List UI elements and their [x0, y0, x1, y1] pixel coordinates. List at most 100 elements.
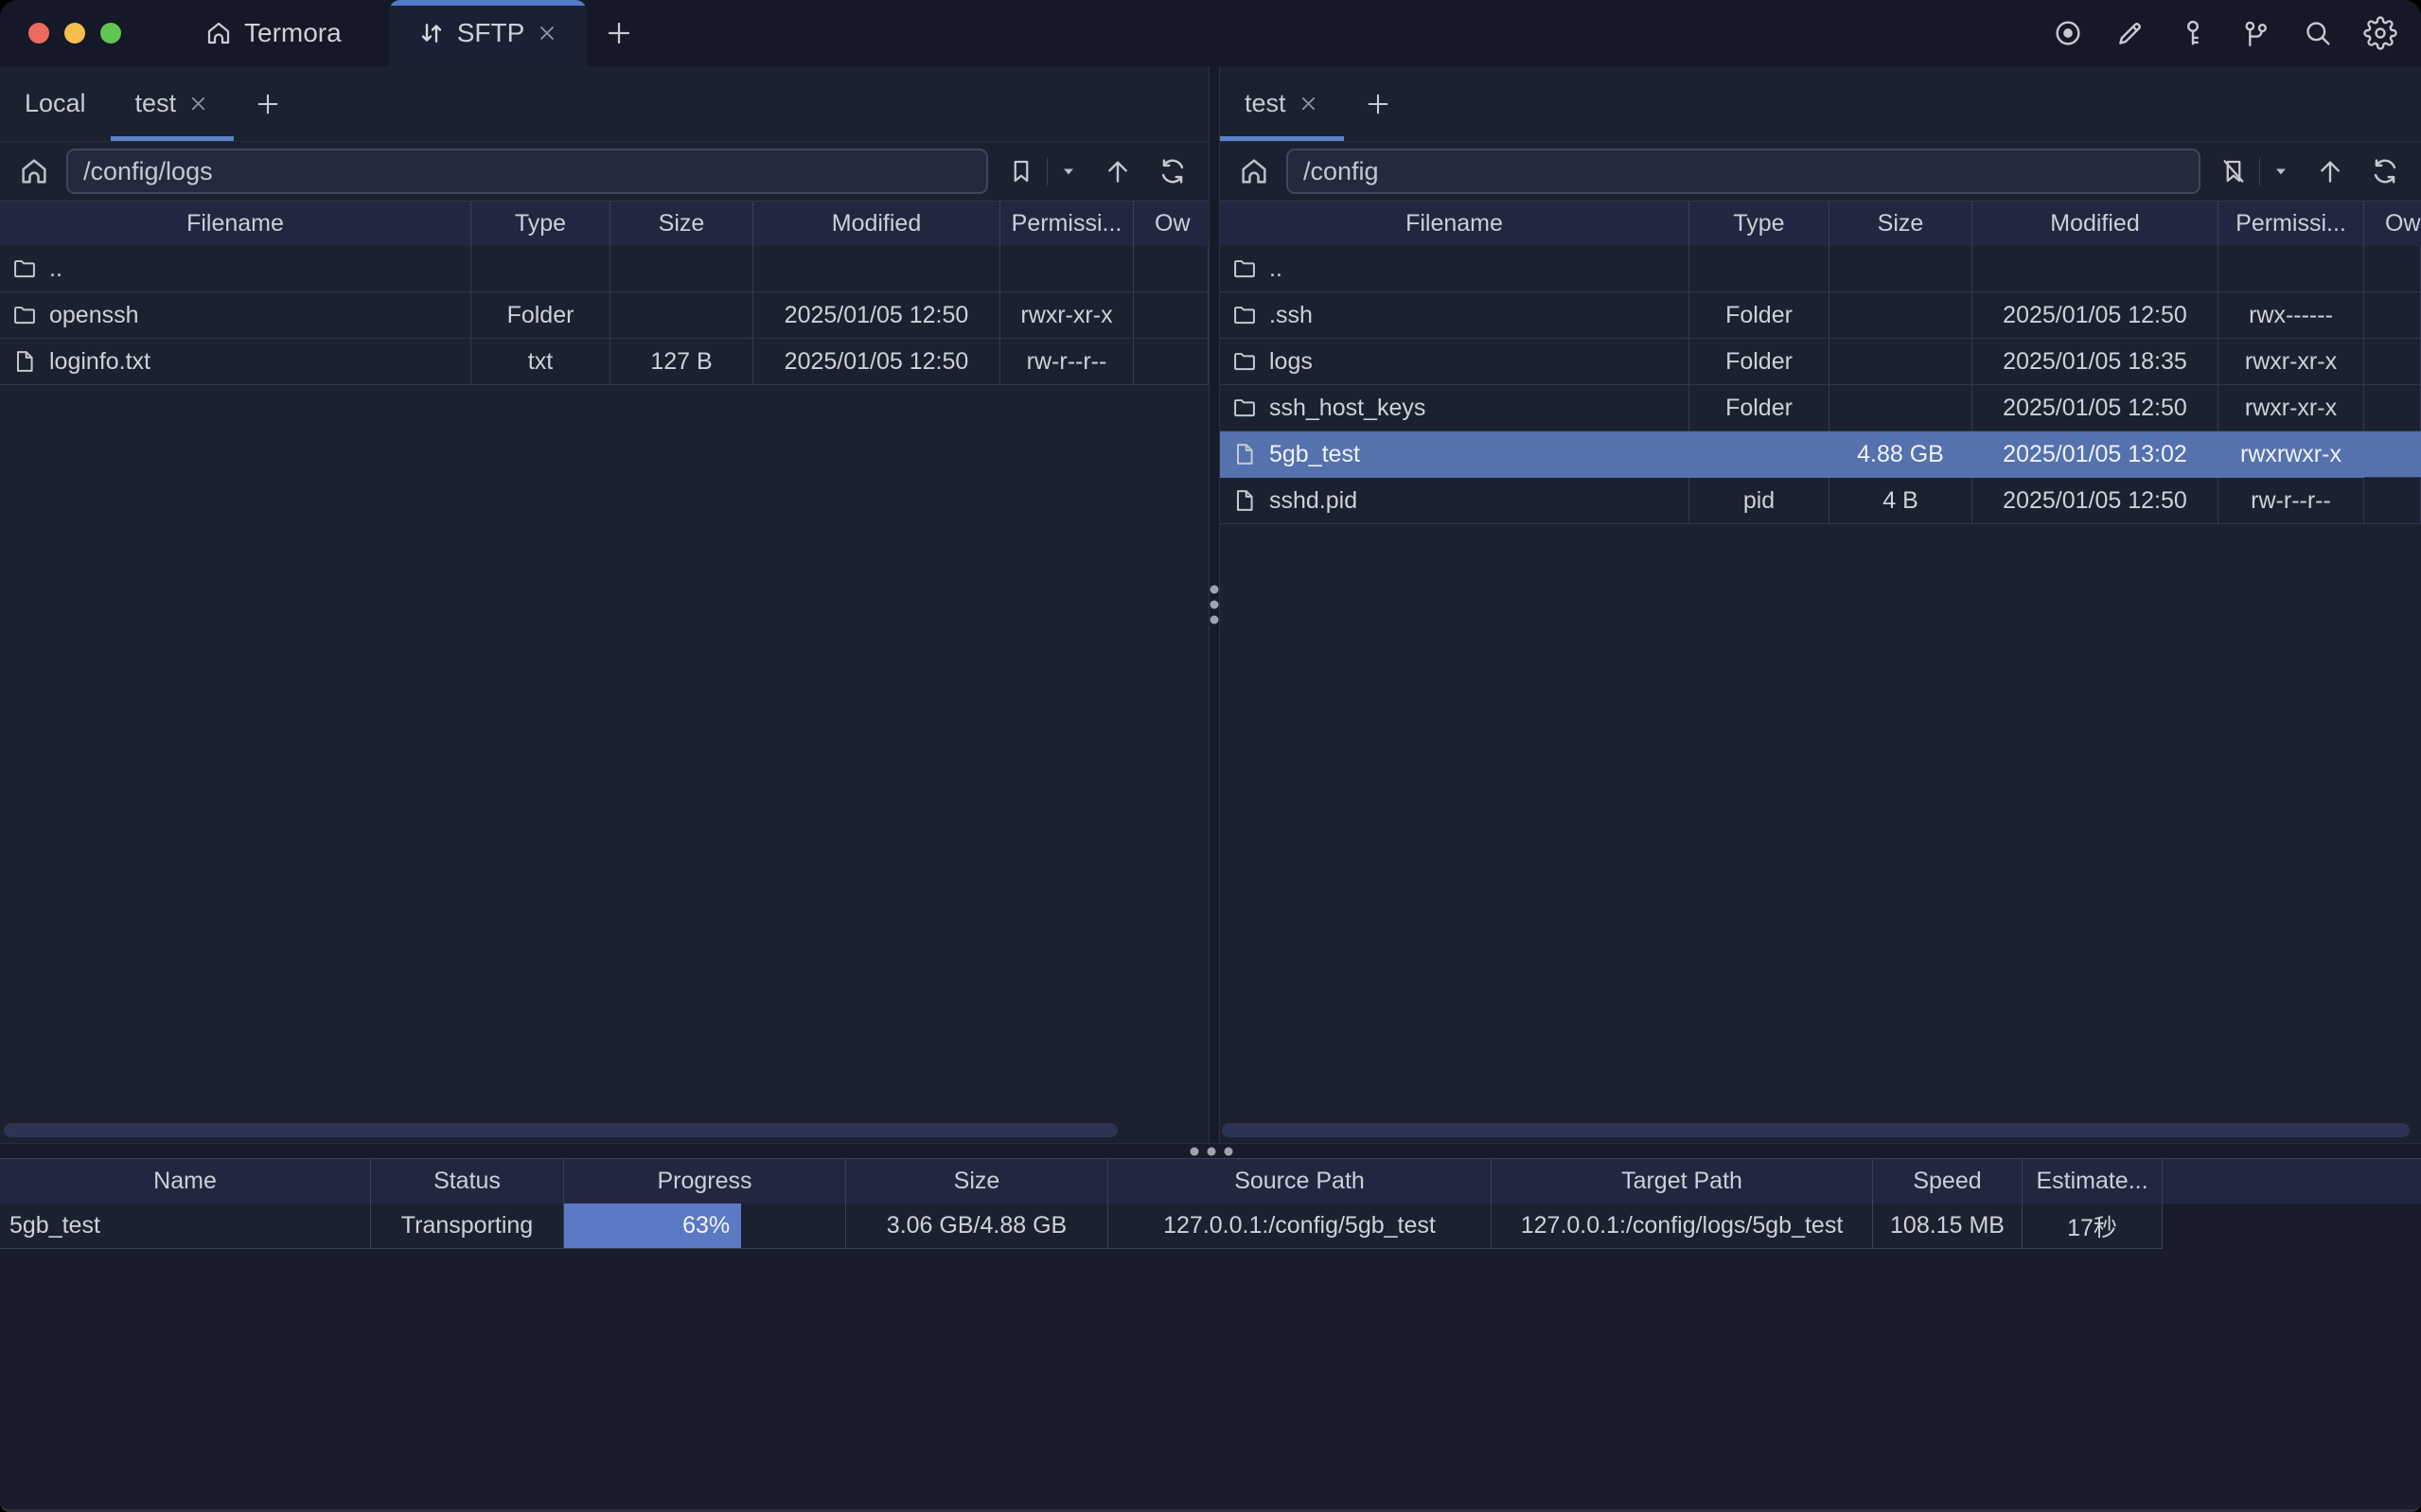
right-column-header[interactable]: Type [1689, 202, 1829, 246]
transfer-row[interactable]: 5gb_testTransporting63%3.06 GB/4.88 GB12… [0, 1204, 2421, 1249]
right-column-header[interactable]: Filename [1220, 202, 1689, 246]
bookmark-dropdown-icon[interactable] [2266, 162, 2296, 181]
close-tab-icon[interactable] [1298, 93, 1319, 114]
type-cell: Folder [1689, 385, 1829, 431]
modified-cell: 2025/01/05 18:35 [1972, 339, 2218, 385]
search-icon[interactable] [2296, 11, 2340, 55]
tab-sftp-label: SFTP [457, 18, 525, 48]
tab-sftp[interactable]: SFTP [389, 0, 588, 66]
transfer-column-header[interactable]: Source Path [1108, 1159, 1492, 1204]
titlebar: Termora SFTP [0, 0, 2421, 66]
right-new-tab-button[interactable] [1352, 66, 1405, 141]
settings-gear-icon[interactable] [2359, 11, 2402, 55]
refresh-icon[interactable] [2364, 156, 2406, 186]
left-column-header[interactable]: Ow [1134, 202, 1209, 246]
table-row[interactable]: .. [1220, 246, 2421, 292]
minimize-window-button[interactable] [64, 23, 85, 44]
type-cell: pid [1689, 478, 1829, 524]
modified-cell: 2025/01/05 12:50 [753, 339, 1000, 385]
left-column-header[interactable]: Type [471, 202, 610, 246]
parent-directory-icon[interactable] [1097, 156, 1139, 186]
transfer-target-cell: 127.0.0.1:/config/logs/5gb_test [1492, 1204, 1873, 1249]
owner-cell [1134, 292, 1209, 339]
right-horizontal-scrollbar[interactable] [1222, 1123, 2410, 1137]
right-file-pane: test [1220, 66, 2421, 1143]
table-row[interactable]: .. [0, 246, 1209, 292]
transfer-source-cell: 127.0.0.1:/config/5gb_test [1108, 1204, 1492, 1249]
titlebar-actions [2046, 0, 2421, 66]
traffic-lights [0, 0, 148, 66]
left-column-header[interactable]: Filename [0, 202, 471, 246]
type-cell: txt [471, 339, 610, 385]
type-cell: Folder [1689, 292, 1829, 339]
left-column-header[interactable]: Modified [753, 202, 1000, 246]
table-row[interactable]: .sshFolder2025/01/05 12:50rwx------ [1220, 292, 2421, 339]
key-icon[interactable] [2171, 11, 2215, 55]
right-column-header[interactable]: Size [1829, 202, 1972, 246]
permissions-cell: rw-r--r-- [1000, 339, 1134, 385]
right-column-header[interactable]: Permissi... [2218, 202, 2364, 246]
left-column-header[interactable]: Size [610, 202, 753, 246]
zoom-window-button[interactable] [100, 23, 121, 44]
transfer-column-header[interactable]: Size [846, 1159, 1108, 1204]
size-cell [610, 246, 753, 292]
bookmark-remove-icon[interactable] [2214, 157, 2253, 185]
table-row[interactable]: opensshFolder2025/01/05 12:50rwxr-xr-x [0, 292, 1209, 339]
table-row[interactable]: sshd.pidpid4 B2025/01/05 12:50rw-r--r-- [1220, 478, 2421, 524]
modified-cell: 2025/01/05 12:50 [753, 292, 1000, 339]
tab-termora[interactable]: Termora [176, 0, 370, 66]
folder-icon [1231, 255, 1258, 282]
table-row[interactable]: logsFolder2025/01/05 18:35rwxr-xr-x [1220, 339, 2421, 385]
permissions-cell: rwxr-xr-x [1000, 292, 1134, 339]
close-tab-icon[interactable] [187, 93, 209, 114]
left-tab-test[interactable]: test [111, 66, 235, 141]
left-file-pane: Local test [0, 66, 1209, 1143]
right-file-table: FilenameTypeSizeModifiedPermissi...Ow ..… [1220, 201, 2421, 524]
transfer-area-background [0, 1249, 2421, 1509]
bookmark-icon[interactable] [1001, 157, 1041, 185]
vertical-splitter[interactable] [1209, 66, 1220, 1143]
table-row[interactable]: loginfo.txttxt127 B2025/01/05 12:50rw-r-… [0, 339, 1209, 385]
transfer-column-header[interactable]: Status [371, 1159, 564, 1204]
edit-pencil-icon[interactable] [2109, 11, 2152, 55]
modified-cell: 2025/01/05 12:50 [1972, 385, 2218, 431]
branch-icon[interactable] [2234, 11, 2277, 55]
left-new-tab-button[interactable] [241, 66, 294, 141]
home-icon [204, 19, 233, 47]
permissions-cell: rwxr-xr-x [2218, 339, 2364, 385]
refresh-icon[interactable] [1152, 156, 1193, 186]
close-tab-icon[interactable] [536, 22, 558, 44]
splitter-grip-icon [1191, 1147, 1233, 1155]
owner-cell [2364, 385, 2421, 431]
left-tab-local[interactable]: Local [0, 66, 111, 141]
table-row[interactable]: 5gb_test4.88 GB2025/01/05 13:02rwxrwxr-x [1220, 431, 2421, 478]
right-tab-test[interactable]: test [1220, 66, 1344, 141]
right-column-header[interactable]: Ow [2364, 202, 2421, 246]
home-icon[interactable] [15, 155, 53, 187]
filename-label: sshd.pid [1269, 487, 1357, 515]
transfer-size-cell: 3.06 GB/4.88 GB [846, 1204, 1108, 1249]
transfer-status-cell: Transporting [371, 1204, 564, 1249]
right-path-input[interactable] [1286, 149, 2200, 194]
left-path-input[interactable] [66, 149, 988, 194]
transfer-column-header[interactable] [2163, 1159, 2421, 1204]
new-window-tab-button[interactable] [592, 0, 645, 66]
horizontal-splitter[interactable] [0, 1143, 2421, 1158]
right-column-header[interactable]: Modified [1972, 202, 2218, 246]
transfer-column-header[interactable]: Estimate... [2023, 1159, 2163, 1204]
record-icon[interactable] [2046, 11, 2090, 55]
transfer-column-header[interactable]: Target Path [1492, 1159, 1873, 1204]
transfer-column-header[interactable]: Progress [564, 1159, 846, 1204]
transfer-column-header[interactable]: Name [0, 1159, 371, 1204]
transfer-column-header[interactable]: Speed [1873, 1159, 2023, 1204]
home-icon[interactable] [1235, 155, 1273, 187]
table-row[interactable]: ssh_host_keysFolder2025/01/05 12:50rwxr-… [1220, 385, 2421, 431]
left-column-header[interactable]: Permissi... [1000, 202, 1134, 246]
permissions-cell [2218, 246, 2364, 292]
folder-icon [1231, 302, 1258, 328]
close-window-button[interactable] [28, 23, 49, 44]
bookmark-dropdown-icon[interactable] [1053, 162, 1084, 181]
permissions-cell: rwx------ [2218, 292, 2364, 339]
parent-directory-icon[interactable] [2309, 156, 2351, 186]
left-horizontal-scrollbar[interactable] [4, 1123, 1118, 1137]
